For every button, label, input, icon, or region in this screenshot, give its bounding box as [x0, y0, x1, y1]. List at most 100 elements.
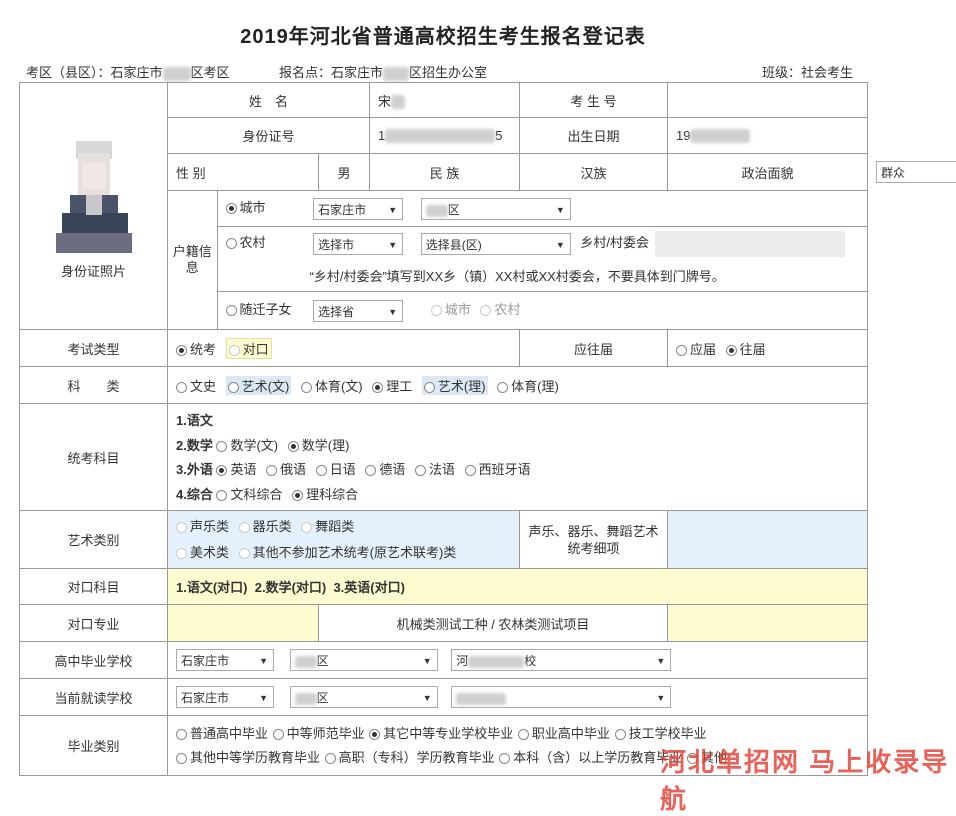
vocational-major-label: 对口专业 [19, 604, 168, 642]
page-title: 2019年河北省普通高校招生考生报名登记表 [240, 26, 646, 48]
photo-label: 身份证照片 [60, 263, 126, 279]
migrant-city-radio[interactable]: 城市 [430, 299, 471, 318]
math-option-radio[interactable]: 数学(文) [216, 434, 278, 459]
birth-date-label: 出生日期 [519, 117, 669, 154]
high-school-label: 高中毕业学校 [19, 641, 168, 679]
hukou-rural-radio[interactable]: 农村 [225, 232, 304, 251]
art-type-radio[interactable]: 美术类 [176, 540, 229, 566]
person-photo-icon [55, 132, 132, 253]
redaction [383, 66, 410, 81]
hukou-rural-city-select[interactable]: 选择市 ▼ [313, 232, 404, 255]
chevron-down-icon: ▼ [259, 693, 268, 703]
gender-value[interactable]: 男 [317, 153, 371, 191]
site-watermark: 河北单招网 马上收录导航 [660, 747, 950, 814]
grad-type-radio[interactable]: 本科（含）以上学历教育毕业 [499, 746, 682, 770]
hukou-table: 户籍信息 城市 石家庄市 ▼ 区 ▼ 农村 选择市 ▼ 选择县(区) ▼ 乡村/村委会 [168, 191, 868, 329]
foreign-option-radio[interactable]: 德语 [365, 458, 405, 483]
hukou-migrant-row: 随迁子女 选择省 ▼ 城市 农村 [217, 291, 867, 329]
id-number-value[interactable]: 15 [369, 117, 521, 154]
exam-type-duikou-radio[interactable]: 对口 [225, 337, 272, 359]
chevron-down-icon: ▼ [259, 656, 268, 666]
machinery-test-label: 机械类测试工种 / 农林类测试项目 [317, 604, 669, 642]
category-options: 文史 艺术(文) 体育(文) 理工 艺术(理) 体育(理) [166, 366, 869, 404]
gender-label: 性 别 [167, 153, 319, 191]
registration-point: 报名点：石家庄市 区招生办公室 [279, 65, 488, 81]
machinery-test-value[interactable] [667, 604, 869, 642]
grad-type-radio[interactable]: 普通高中毕业 [176, 722, 268, 746]
village-input[interactable] [654, 230, 845, 257]
graduation-label: 应往届 [519, 329, 669, 367]
hs-district-select[interactable]: 区 ▼ [289, 649, 438, 671]
graduation-options: 应届 往届 [667, 329, 869, 367]
foreign-option-radio[interactable]: 日语 [315, 458, 356, 483]
hs-school-select[interactable]: 河校 ▼ [451, 649, 672, 671]
migrant-province-select[interactable]: 选择省 ▼ [313, 299, 404, 322]
hukou-district-select[interactable]: 区 ▼ [420, 197, 571, 220]
subject-chinese: 1.语文 [176, 413, 213, 428]
category-radio[interactable]: 文史 [176, 376, 216, 395]
redaction [690, 129, 751, 144]
category-radio[interactable]: 体育(理) [497, 376, 559, 395]
hukou-label: 户籍信息 [168, 191, 218, 329]
subject-foreign-row: 3.外语 英语 俄语 日语 德语 法语 西班牙语 [176, 458, 859, 483]
hukou-city-radio[interactable]: 城市 [225, 197, 304, 216]
cur-school-select[interactable]: ▼ [451, 686, 672, 708]
grad-type-radio[interactable]: 其他中等学历教育毕业 [176, 746, 320, 770]
art-detail-value[interactable] [667, 510, 869, 569]
cur-district-select[interactable]: 区 ▼ [289, 686, 438, 708]
current-school-cell: 石家庄市 ▼ 区 ▼ ▼ [166, 678, 869, 716]
art-type-radio[interactable]: 其他不参加艺术统考(原艺术联考)类 [238, 540, 456, 566]
category-radio[interactable]: 艺术(理) [421, 375, 488, 395]
art-type-radio[interactable]: 舞蹈类 [301, 514, 354, 540]
math-option-radio[interactable]: 数学(理) [287, 434, 349, 459]
redaction [385, 129, 496, 144]
art-detail-label: 声乐、器乐、舞蹈艺术统考细项 [519, 510, 669, 569]
ethnicity-value[interactable]: 汉族 [519, 153, 669, 191]
photo-cell: 身份证照片 [19, 82, 168, 330]
name-value[interactable]: 宋 [369, 82, 521, 118]
category-radio[interactable]: 理工 [372, 376, 412, 395]
exam-type-label: 考试类型 [19, 329, 168, 367]
art-type-radio[interactable]: 声乐类 [176, 514, 229, 540]
migrant-rural-radio[interactable]: 农村 [480, 299, 520, 318]
hukou-rural-county-select[interactable]: 选择县(区) ▼ [420, 232, 571, 255]
hs-city-select[interactable]: 石家庄市 ▼ [176, 649, 274, 671]
grad-type-radio[interactable]: 职业高中毕业 [517, 722, 610, 746]
vocational-major-value[interactable] [167, 604, 319, 642]
chevron-down-icon: ▼ [656, 656, 666, 666]
migrant-radio[interactable]: 随迁子女 [225, 299, 304, 318]
vocational-subjects-value: 1.语文(对口) 2.数学(对口) 3.英语(对口) [166, 568, 869, 605]
graduation-past-radio[interactable]: 往届 [725, 339, 766, 358]
art-type-label: 艺术类别 [19, 510, 168, 569]
art-type-radio[interactable]: 器乐类 [238, 514, 292, 540]
candidate-number-value[interactable] [667, 82, 869, 118]
foreign-option-radio[interactable]: 法语 [415, 458, 455, 483]
grad-type-radio[interactable]: 其它中等专业学校毕业 [369, 722, 513, 746]
cur-city-select[interactable]: 石家庄市 ▼ [176, 686, 274, 708]
current-school-label: 当前就读学校 [19, 678, 168, 716]
hukou-rural-row: 农村 选择市 ▼ 选择县(区) ▼ 乡村/村委会 [217, 227, 867, 260]
category-label: 科 类 [19, 366, 168, 404]
comp-option-radio[interactable]: 理科综合 [292, 483, 358, 508]
hukou-cell: 户籍信息 城市 石家庄市 ▼ 区 ▼ 农村 选择市 ▼ 选择县(区) ▼ 乡村/村委会 [166, 190, 869, 330]
subject-math-row: 2.数学 数学(文) 数学(理) [176, 434, 859, 459]
foreign-option-radio[interactable]: 西班牙语 [464, 458, 531, 483]
foreign-option-radio[interactable]: 俄语 [266, 458, 306, 483]
foreign-option-radio[interactable]: 英语 [216, 458, 256, 483]
vocational-subjects-label: 对口科目 [19, 568, 168, 605]
hukou-city-select[interactable]: 石家庄市 ▼ [313, 197, 404, 220]
chevron-down-icon: ▼ [388, 239, 398, 250]
birth-date-value[interactable]: 19 [667, 117, 869, 154]
grad-type-radio[interactable]: 中等师范毕业 [272, 722, 365, 746]
exam-type-tongkao-radio[interactable]: 统考 [176, 339, 216, 358]
village-note: “乡村/村委会”填写到XX乡（镇）XX村或XX村委会，不要具体到门牌号。 [217, 259, 868, 292]
id-photo [55, 132, 132, 253]
exam-type-options: 统考 对口 [166, 329, 521, 367]
grad-type-radio[interactable]: 高职（专科）学历教育毕业 [324, 746, 495, 770]
comp-option-radio[interactable]: 文科综合 [216, 483, 282, 508]
chevron-down-icon: ▼ [388, 306, 398, 317]
political-select[interactable]: 群众▼ [876, 161, 956, 183]
category-radio[interactable]: 艺术(文) [225, 375, 292, 395]
category-radio[interactable]: 体育(文) [300, 376, 363, 395]
graduation-current-radio[interactable]: 应届 [676, 339, 716, 358]
